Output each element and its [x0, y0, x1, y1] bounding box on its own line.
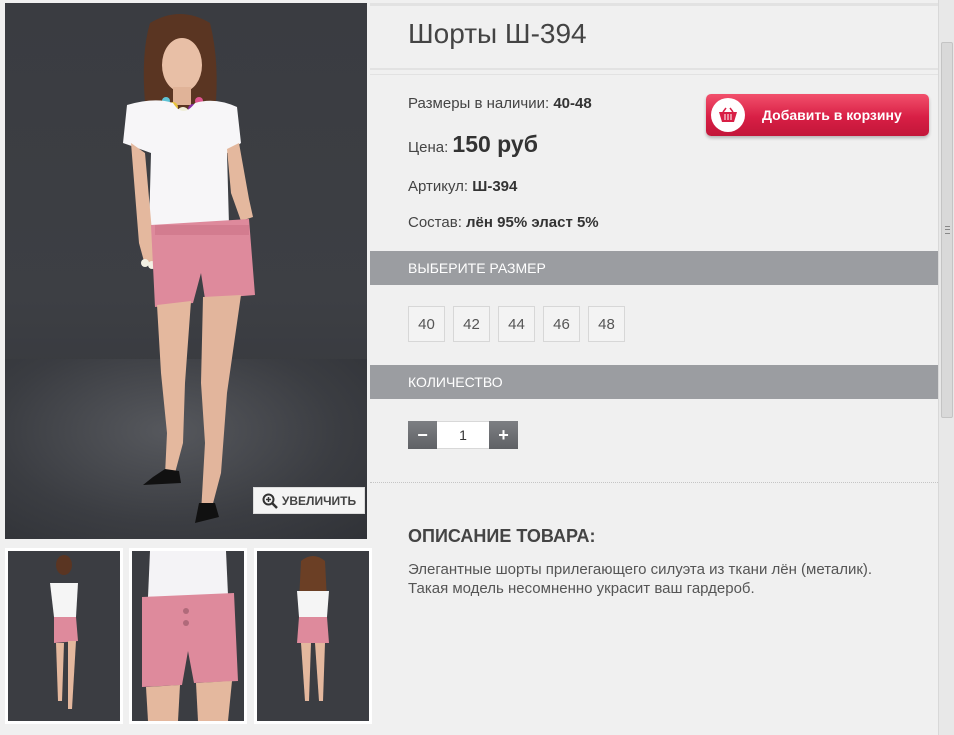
thumbnail-full-front[interactable] [5, 548, 123, 724]
sku-value: Ш-394 [472, 178, 518, 195]
basket-icon [719, 107, 737, 122]
size-option-40[interactable]: 40 [408, 306, 445, 342]
composition: Состав: лён 95% эласт 5% [408, 214, 599, 231]
zoom-label: УВЕЛИЧИТЬ [281, 493, 357, 508]
scrollbar-grip-icon [945, 226, 950, 234]
increase-quantity-button[interactable]: + [489, 421, 518, 449]
price-label: Цена: [408, 139, 449, 156]
add-to-cart-label: Добавить в корзину [762, 107, 902, 123]
thumbnail-image [132, 551, 244, 721]
sizes-value: 40-48 [553, 95, 592, 112]
quantity-section-header: КОЛИЧЕСТВО [370, 365, 938, 399]
sku-label: Артикул: [408, 178, 469, 195]
product-title: Шорты Ш-394 [408, 18, 587, 49]
thumbnail-image [257, 551, 369, 721]
divider [370, 3, 938, 6]
size-option-44[interactable]: 44 [498, 306, 535, 342]
zoom-button[interactable]: УВЕЛИЧИТЬ [253, 487, 365, 514]
size-option-48[interactable]: 48 [588, 306, 625, 342]
composition-label: Состав: [408, 214, 462, 231]
sizes-label: Размеры в наличии: [408, 95, 550, 112]
scrollbar-thumb[interactable] [941, 42, 953, 418]
sizes-available: Размеры в наличии: 40-48 [408, 95, 592, 112]
decrease-quantity-button[interactable]: − [408, 421, 437, 449]
description-text: Элегантные шорты прилегающего силуэта из… [408, 561, 873, 597]
thumbnail-strip [5, 548, 372, 724]
basket-icon-circle [711, 98, 745, 132]
main-product-photo[interactable]: УВЕЛИЧИТЬ [5, 3, 367, 539]
composition-value: лён 95% эласт 5% [466, 214, 599, 231]
quantity-input[interactable] [437, 421, 489, 449]
magnifier-plus-icon [262, 493, 278, 509]
size-section-header: ВЫБЕРИТЕ РАЗМЕР [370, 251, 938, 285]
size-options: 40 42 44 46 48 [408, 306, 625, 342]
description-title: ОПИСАНИЕ ТОВАРА: [408, 526, 596, 546]
add-to-cart-button[interactable]: Добавить в корзину [706, 94, 929, 136]
quantity-stepper: − + [408, 421, 518, 449]
price-value: 150 руб [452, 131, 538, 157]
divider [370, 68, 938, 70]
sku: Артикул: Ш-394 [408, 178, 517, 195]
divider [370, 74, 938, 75]
price: Цена: 150 руб [408, 131, 538, 158]
dotted-divider [370, 482, 938, 483]
model-figure [123, 14, 255, 523]
thumbnail-back-view[interactable] [254, 548, 372, 724]
size-option-42[interactable]: 42 [453, 306, 490, 342]
thumbnail-image [8, 551, 120, 721]
vertical-scrollbar[interactable] [938, 0, 954, 735]
thumbnail-shorts-closeup[interactable] [129, 548, 247, 724]
size-option-46[interactable]: 46 [543, 306, 580, 342]
